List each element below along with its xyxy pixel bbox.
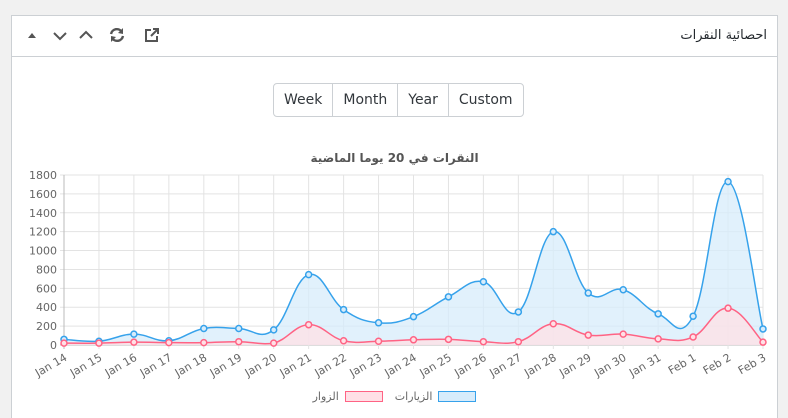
point-visits (759, 325, 767, 333)
x-tick-label: Jan 25 (417, 351, 454, 380)
y-tick-label: 1200 (29, 226, 57, 239)
point-visitors (130, 338, 138, 346)
x-tick-label: Jan 31 (626, 351, 663, 380)
x-tick-label: Jan 23 (347, 351, 384, 380)
point-visitors (759, 338, 767, 346)
y-tick-label: 200 (36, 320, 57, 333)
point-visits (514, 308, 523, 316)
point-visitors (200, 338, 208, 347)
point-visits (724, 177, 732, 186)
point-visits (269, 326, 278, 334)
point-visits (619, 286, 627, 294)
point-visits (200, 324, 208, 333)
point-visits (444, 293, 453, 301)
legend-swatch-visitors (344, 391, 383, 402)
point-visits (339, 305, 348, 314)
point-visits (689, 312, 697, 320)
y-tick-label: 1600 (29, 188, 57, 201)
y-tick-label: 1000 (29, 245, 57, 258)
x-tick-label: Feb 3 (736, 351, 768, 377)
point-visitors (479, 337, 488, 346)
legend-swatch-visits (438, 391, 477, 402)
point-visits (479, 277, 488, 286)
point-visitors (549, 320, 558, 328)
legend-item-visitors[interactable]: الزوار (313, 390, 383, 403)
x-tick-label: Jan 15 (67, 351, 104, 380)
x-tick-label: Jan 24 (382, 351, 419, 380)
x-tick-label: Jan 14 (32, 351, 69, 380)
y-tick-label: 0 (50, 339, 57, 352)
point-visitors (95, 339, 103, 347)
x-tick-label: Jan 20 (242, 351, 279, 380)
clicks-chart: 020040060080010001200140016001800Jan 14J… (29, 169, 768, 380)
point-visits (409, 312, 418, 321)
y-tick-label: 600 (36, 282, 57, 295)
y-tick-label: 400 (36, 301, 57, 314)
legend-label-visits: الزيارات (394, 390, 433, 403)
point-visits (549, 227, 558, 236)
point-visitors (619, 330, 627, 338)
x-tick-label: Jan 22 (312, 351, 349, 380)
x-tick-label: Feb 1 (666, 351, 698, 377)
y-tick-label: 1400 (29, 207, 57, 220)
point-visits (130, 330, 138, 338)
point-visitors (374, 337, 383, 345)
y-tick-label: 800 (36, 263, 57, 276)
point-visitors (165, 338, 173, 347)
point-visitors (514, 337, 523, 346)
point-visits (374, 319, 383, 327)
point-visits (654, 310, 662, 318)
x-tick-label: Feb 2 (701, 351, 733, 377)
x-tick-label: Jan 21 (277, 351, 314, 380)
x-tick-label: Jan 18 (172, 351, 209, 380)
chart-legend: الزيارات الزوار (12, 390, 777, 403)
x-tick-label: Jan 17 (137, 351, 174, 380)
point-visitors (444, 335, 453, 344)
point-visitors (654, 335, 662, 343)
x-tick-label: Jan 29 (556, 351, 593, 380)
point-visitors (304, 320, 313, 329)
point-visitors (269, 339, 278, 347)
x-tick-label: Jan 16 (102, 351, 139, 380)
point-visits (584, 289, 592, 297)
x-tick-label: Jan 26 (452, 351, 489, 380)
x-tick-label: Jan 19 (207, 351, 244, 380)
point-visits (304, 270, 313, 279)
point-visits (235, 324, 243, 333)
point-visitors (60, 339, 68, 347)
point-visitors (584, 331, 592, 339)
clicks-stats-widget: احصائية النقرات Week Month Year Custom ا… (11, 15, 778, 418)
point-visitors (409, 336, 418, 344)
legend-item-visits[interactable]: الزيارات (395, 390, 477, 403)
x-tick-label: Jan 27 (486, 351, 523, 380)
x-tick-label: Jan 30 (591, 351, 628, 380)
point-visitors (235, 337, 243, 346)
point-visitors (339, 337, 348, 345)
point-visitors (724, 304, 732, 312)
x-tick-label: Jan 28 (521, 351, 558, 380)
y-tick-label: 1800 (29, 169, 57, 182)
legend-label-visitors: الزوار (312, 390, 339, 403)
point-visitors (689, 333, 697, 341)
